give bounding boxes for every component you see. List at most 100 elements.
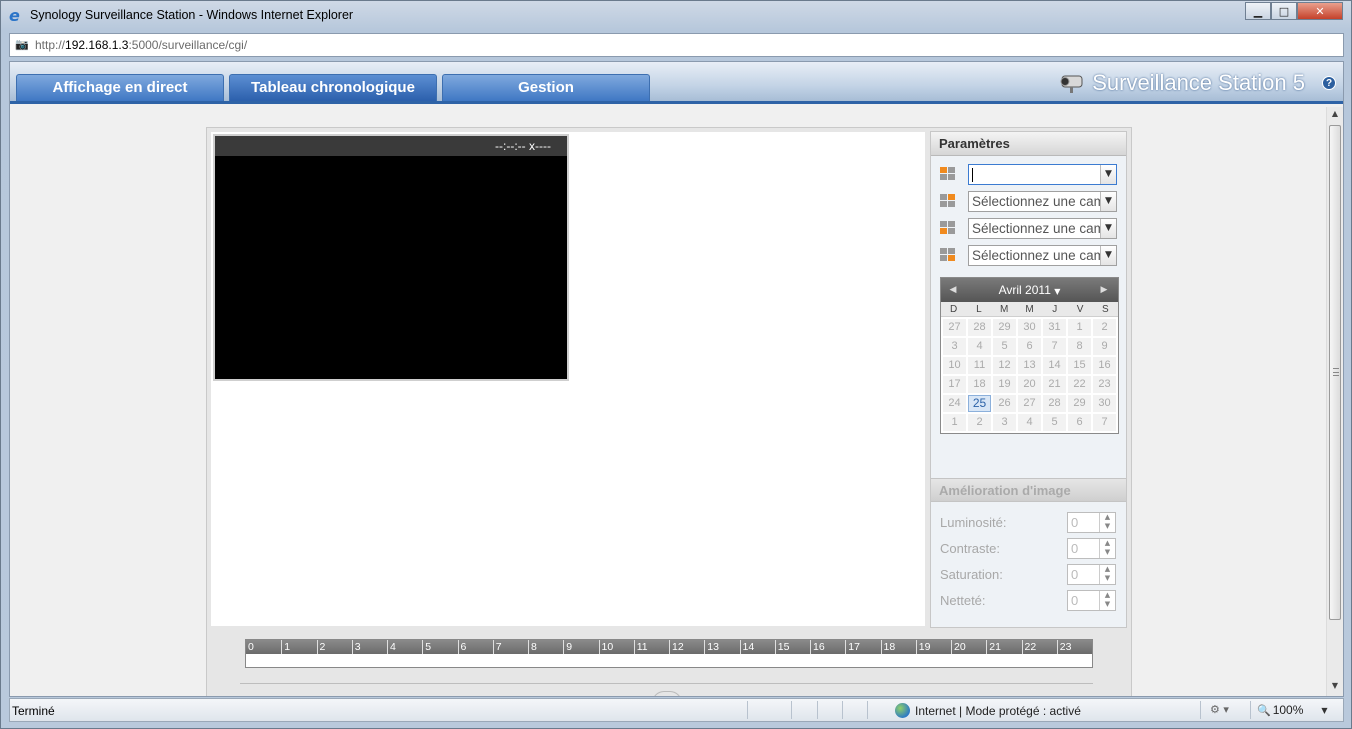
enhancement-spinner[interactable]: 0 ▲ ▼ — [1067, 512, 1116, 533]
chevron-down-icon[interactable]: ▼ — [1100, 192, 1116, 211]
calendar-day[interactable]: 31 — [1043, 319, 1066, 336]
calendar-day[interactable]: 15 — [1068, 357, 1091, 374]
enhancement-value[interactable]: 0 — [1071, 541, 1078, 556]
calendar-day[interactable]: 26 — [993, 395, 1016, 412]
timeline-hour-label: 17 — [845, 640, 880, 654]
calendar-day[interactable]: 19 — [993, 376, 1016, 393]
parameters-title: Paramètres — [931, 132, 1126, 156]
enhancement-value[interactable]: 0 — [1071, 515, 1078, 530]
timeline-zoom-knob[interactable] — [652, 691, 682, 696]
tab-management[interactable]: Gestion — [442, 74, 650, 101]
calendar-day[interactable]: 3 — [993, 414, 1016, 431]
close-button[interactable]: ✕ — [1297, 2, 1343, 20]
calendar-day[interactable]: 6 — [1018, 338, 1041, 355]
timeline-hour-label: 19 — [915, 640, 951, 654]
scroll-down-icon[interactable]: ▼ — [1327, 681, 1343, 695]
enhancement-spinner[interactable]: 0 ▲ ▼ — [1067, 590, 1116, 611]
calendar-day[interactable]: 27 — [943, 319, 966, 336]
address-bar[interactable]: 📷 http://192.168.1.3:5000/surveillance/c… — [9, 33, 1344, 57]
window-title: Synology Surveillance Station - Windows … — [30, 8, 354, 22]
timeline-hour-label: 12 — [669, 640, 704, 654]
calendar-day[interactable]: 2 — [1093, 319, 1116, 336]
camera-select-4[interactable]: Sélectionnez une caméra ▼ — [968, 245, 1117, 266]
vertical-scrollbar[interactable]: ▲ ▼ — [1326, 107, 1343, 696]
camera-row-2: Sélectionnez une caméra ▼ — [940, 191, 1118, 213]
camera-select-1[interactable]: ▼ — [968, 164, 1117, 185]
calendar-day[interactable]: 1 — [943, 414, 966, 431]
camera-select-2[interactable]: Sélectionnez une caméra ▼ — [968, 191, 1117, 212]
calendar-day[interactable]: 29 — [993, 319, 1016, 336]
video-player[interactable]: --:--:-- x---- — [213, 134, 569, 381]
calendar-day[interactable]: 4 — [968, 338, 991, 355]
next-month-icon[interactable]: ▶ — [1096, 278, 1112, 302]
calendar-day[interactable]: 2 — [968, 414, 991, 431]
calendar-day[interactable]: 16 — [1093, 357, 1116, 374]
camera-select-3[interactable]: Sélectionnez une caméra ▼ — [968, 218, 1117, 239]
calendar-day[interactable]: 9 — [1093, 338, 1116, 355]
calendar-day[interactable]: 30 — [1093, 395, 1116, 412]
calendar-day[interactable]: 4 — [1018, 414, 1041, 431]
spinner-arrows-icon[interactable]: ▲ ▼ — [1099, 539, 1115, 558]
spinner-arrows-icon[interactable]: ▲ ▼ — [1099, 591, 1115, 610]
prev-month-icon[interactable]: ◀ — [945, 278, 961, 302]
calendar-day[interactable]: 17 — [943, 376, 966, 393]
layout-slot-3-icon — [940, 221, 955, 235]
calendar-month[interactable]: Avril 2011 — [999, 283, 1051, 297]
enhancement-label: Netteté: — [940, 593, 986, 608]
spinner-arrows-icon[interactable]: ▲ ▼ — [1099, 513, 1115, 532]
calendar-day[interactable]: 11 — [968, 357, 991, 374]
calendar-day[interactable]: 20 — [1018, 376, 1041, 393]
calendar-day[interactable]: 14 — [1043, 357, 1066, 374]
protected-mode-icon[interactable]: ⚙ ▾ — [1210, 703, 1229, 716]
calendar-day[interactable]: 22 — [1068, 376, 1091, 393]
enhancement-value[interactable]: 0 — [1071, 593, 1078, 608]
calendar-day[interactable]: 25 — [968, 395, 991, 412]
calendar-day[interactable]: 27 — [1018, 395, 1041, 412]
security-zone[interactable]: Internet | Mode protégé : activé — [895, 703, 1081, 718]
calendar-day[interactable]: 1 — [1068, 319, 1091, 336]
scroll-thumb[interactable] — [1329, 125, 1341, 620]
calendar-day[interactable]: 5 — [993, 338, 1016, 355]
zoom-control[interactable]: 🔍 100% ▼ — [1257, 703, 1328, 717]
calendar-day[interactable]: 21 — [1043, 376, 1066, 393]
calendar-day[interactable]: 7 — [1043, 338, 1066, 355]
tab-timeline[interactable]: Tableau chronologique — [229, 74, 437, 101]
calendar-day[interactable]: 5 — [1043, 414, 1066, 431]
calendar-day[interactable]: 13 — [1018, 357, 1041, 374]
timeline-hour-scale: 0 1 2 3 4 5 6 7 8 9 10 11 12 13 14 15 16 17 18 19 20 21 22 23 — [246, 640, 1092, 654]
chevron-down-icon[interactable]: ▼ — [1321, 706, 1327, 715]
maximize-button[interactable]: □ — [1271, 2, 1297, 20]
address-url[interactable]: http://192.168.1.3:5000/surveillance/cgi… — [35, 38, 247, 52]
calendar-day[interactable]: 3 — [943, 338, 966, 355]
minimize-button[interactable]: ▁ — [1245, 2, 1271, 20]
spinner-arrows-icon[interactable]: ▲ ▼ — [1099, 565, 1115, 584]
calendar-day[interactable]: 18 — [968, 376, 991, 393]
calendar-day[interactable]: 10 — [943, 357, 966, 374]
calendar-day[interactable]: 6 — [1068, 414, 1091, 431]
calendar-day[interactable]: 7 — [1093, 414, 1116, 431]
calendar-day[interactable]: 24 — [943, 395, 966, 412]
timeline-hour-label: 0 — [248, 641, 254, 653]
calendar-day[interactable]: 8 — [1068, 338, 1091, 355]
calendar-day[interactable]: 12 — [993, 357, 1016, 374]
calendar-day[interactable]: 29 — [1068, 395, 1091, 412]
chevron-down-icon[interactable]: ▼ — [1100, 165, 1116, 184]
help-icon[interactable]: ? — [1322, 76, 1336, 90]
calendar-day[interactable]: 30 — [1018, 319, 1041, 336]
calendar-day[interactable]: 23 — [1093, 376, 1116, 393]
timeline-hour-label: 18 — [880, 640, 916, 654]
enhancement-value[interactable]: 0 — [1071, 567, 1078, 582]
enhancement-spinner[interactable]: 0 ▲ ▼ — [1067, 564, 1116, 585]
calendar-day[interactable]: 28 — [968, 319, 991, 336]
chevron-down-icon[interactable]: ▼ — [1100, 246, 1116, 265]
month-dropdown-icon[interactable]: ▼ — [1054, 287, 1060, 296]
timeline-bar[interactable]: 0 1 2 3 4 5 6 7 8 9 10 11 12 13 14 15 16 17 18 19 20 21 22 23 — [245, 639, 1093, 668]
tab-live-view[interactable]: Affichage en direct — [16, 74, 224, 101]
enhancement-spinner[interactable]: 0 ▲ ▼ — [1067, 538, 1116, 559]
chevron-down-icon[interactable]: ▼ — [1100, 219, 1116, 238]
browser-window: e Synology Surveillance Station - Window… — [0, 0, 1352, 729]
scroll-up-icon[interactable]: ▲ — [1327, 109, 1343, 123]
calendar-day[interactable]: 28 — [1043, 395, 1066, 412]
weekday-label: D — [950, 304, 958, 315]
layout-slot-2-icon — [940, 194, 955, 208]
